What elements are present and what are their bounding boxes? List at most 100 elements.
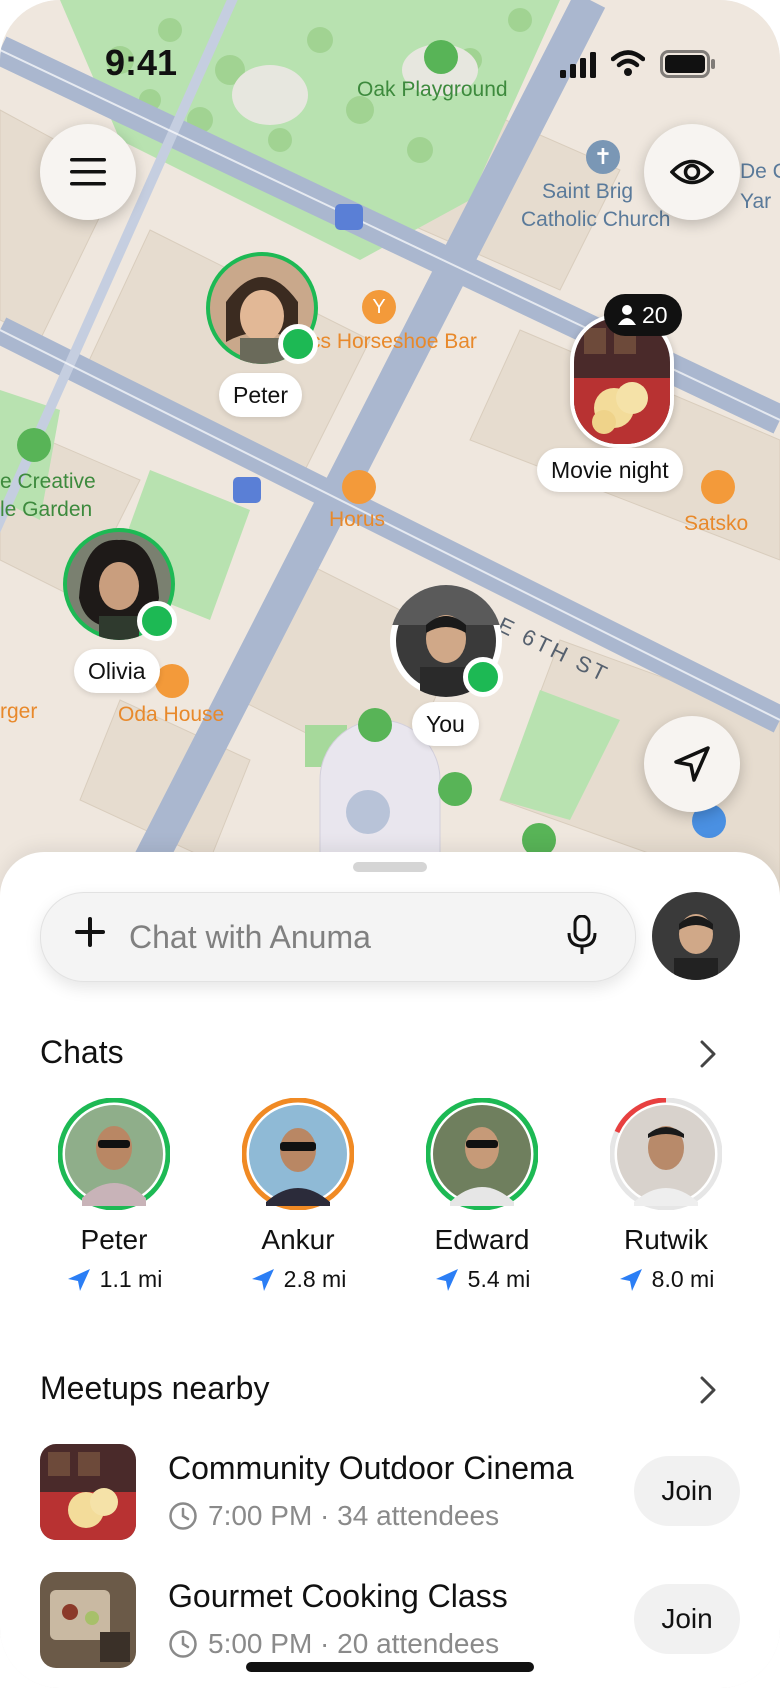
friend-avatar-image [609, 1097, 723, 1211]
friend-distance-value: 5.4 mi [467, 1266, 531, 1292]
friend-distance: 5.4 mi [407, 1266, 557, 1293]
recenter-location-button[interactable] [644, 716, 740, 812]
meetup-meta: 5:00 PM · 20 attendees [168, 1628, 499, 1660]
restaurant-icon[interactable] [701, 470, 735, 504]
chat-input-field[interactable]: Chat with Anuma [40, 892, 636, 982]
friend-avatar-image [241, 1097, 355, 1211]
playground-icon[interactable] [438, 772, 472, 806]
chat-input-placeholder[interactable]: Chat with Anuma [129, 919, 371, 956]
movie-night-label[interactable]: Movie night [537, 448, 683, 492]
you-online-dot [463, 657, 503, 697]
profile-avatar-image [652, 892, 740, 980]
plus-icon[interactable] [75, 917, 105, 947]
peter-pin-label[interactable]: Peter [219, 373, 302, 417]
poi-oda-house[interactable]: Oda House [118, 703, 224, 727]
map-view[interactable]: Oak Playground ✝ Saint Brig Catholic Chu… [0, 0, 780, 908]
poi-burger-partial[interactable]: rger [0, 700, 37, 724]
join-button[interactable]: Join [634, 1584, 740, 1654]
poi-satsko[interactable]: Satsko [684, 512, 748, 536]
playground-icon[interactable] [358, 708, 392, 742]
friend-distance-value: 1.1 mi [99, 1266, 163, 1292]
friend-distance-value: 8.0 mi [651, 1266, 715, 1292]
bottom-sheet: Chat with Anuma Chats Peter 1.1 mi Ankur… [0, 852, 780, 1688]
olivia-pin-label[interactable]: Olivia [74, 649, 160, 693]
meetups-section-title: Meetups nearby [40, 1370, 270, 1406]
clock-icon [169, 1502, 197, 1530]
meetup-title: Community Outdoor Cinema [168, 1450, 574, 1486]
popcorn-image [574, 318, 670, 444]
person-icon [618, 305, 636, 325]
you-pin-label[interactable]: You [412, 702, 479, 746]
friend-distance: 1.1 mi [39, 1266, 189, 1293]
friend-name: Ankur [261, 1224, 335, 1255]
poi-de-partial[interactable]: De C [740, 160, 780, 184]
chats-chevron-right-icon[interactable] [700, 1040, 716, 1068]
menu-button[interactable] [40, 124, 136, 220]
visibility-button[interactable] [644, 124, 740, 220]
meetup-time-attendees: 7:00 PM · 34 attendees [208, 1500, 500, 1531]
sheet-grabber[interactable] [353, 862, 427, 872]
attendee-count-badge: 20 [604, 294, 682, 336]
friend-name: Peter [80, 1224, 148, 1255]
friend-distance-value: 2.8 mi [283, 1266, 347, 1292]
join-button[interactable]: Join [634, 1456, 740, 1526]
app-screen: Oak Playground ✝ Saint Brig Catholic Chu… [0, 0, 780, 1688]
meetup-time-attendees: 5:00 PM · 20 attendees [208, 1628, 500, 1659]
popcorn-image [40, 1444, 136, 1540]
peter-online-dot [278, 324, 318, 364]
meetup-thumbnail [40, 1572, 136, 1668]
friend-chat-item[interactable]: Edward 5.4 mi [407, 1097, 557, 1293]
poi-yard-partial[interactable]: Yar [740, 190, 771, 214]
olivia-online-dot [137, 601, 177, 641]
meetup-thumbnail [40, 1444, 136, 1540]
poi-garden-partial[interactable]: le Garden [0, 498, 92, 522]
church-icon[interactable]: ✝ [586, 140, 620, 174]
poi-saint-brigid[interactable]: Saint Brig [542, 180, 633, 204]
poi-horseshoe-bar[interactable]: cs Horseshoe Bar [310, 330, 477, 354]
poi-horus[interactable]: Horus [329, 508, 385, 532]
meetup-meta: 7:00 PM · 34 attendees [168, 1500, 499, 1532]
friend-avatar [425, 1097, 539, 1211]
status-bar: 9:41 [0, 0, 780, 120]
clock-icon [169, 1630, 197, 1658]
meetup-row[interactable]: Gourmet Cooking Class 5:00 PM · 20 atten… [40, 1572, 740, 1672]
location-arrow-icon [619, 1268, 642, 1291]
navigation-arrow-icon [674, 746, 710, 782]
movie-night-attendee-count: 20 [642, 302, 668, 328]
status-time: 9:41 [105, 42, 178, 83]
poi-catholic-church[interactable]: Catholic Church [521, 208, 670, 232]
battery-icon [660, 50, 715, 78]
garden-icon[interactable] [17, 428, 51, 462]
friend-chat-item[interactable]: Peter 1.1 mi [39, 1097, 189, 1293]
friend-name: Rutwik [623, 1224, 708, 1255]
location-arrow-icon [251, 1268, 274, 1291]
signal-icon [560, 52, 596, 78]
restaurant-icon[interactable] [342, 470, 376, 504]
eye-icon [670, 159, 714, 185]
chats-section-title: Chats [40, 1034, 124, 1070]
cocktail-icon[interactable]: Y [362, 290, 396, 324]
wifi-icon [611, 50, 645, 76]
location-arrow-icon [67, 1268, 90, 1291]
restaurant-icon[interactable] [155, 664, 189, 698]
meetup-title: Gourmet Cooking Class [168, 1578, 508, 1614]
location-arrow-icon [435, 1268, 458, 1291]
friend-avatar [57, 1097, 171, 1211]
profile-avatar-button[interactable] [652, 892, 740, 980]
home-indicator[interactable] [246, 1662, 534, 1672]
friend-name: Edward [434, 1224, 530, 1255]
meetup-row[interactable]: Community Outdoor Cinema 7:00 PM · 34 at… [40, 1444, 740, 1544]
friend-chat-item[interactable]: Rutwik 8.0 mi [591, 1097, 741, 1293]
friend-distance: 2.8 mi [223, 1266, 373, 1293]
meetups-chevron-right-icon[interactable] [700, 1376, 716, 1404]
microphone-icon[interactable] [567, 915, 597, 955]
hamburger-icon [70, 158, 106, 186]
friend-avatar [241, 1097, 355, 1211]
friend-chat-item[interactable]: Ankur 2.8 mi [223, 1097, 373, 1293]
friend-avatar-image [425, 1097, 539, 1211]
friend-avatar [609, 1097, 723, 1211]
friend-avatar-image [57, 1097, 171, 1211]
friend-distance: 8.0 mi [591, 1266, 741, 1293]
poi-creative-garden[interactable]: e Creative [0, 470, 96, 494]
cooking-image [40, 1572, 136, 1668]
